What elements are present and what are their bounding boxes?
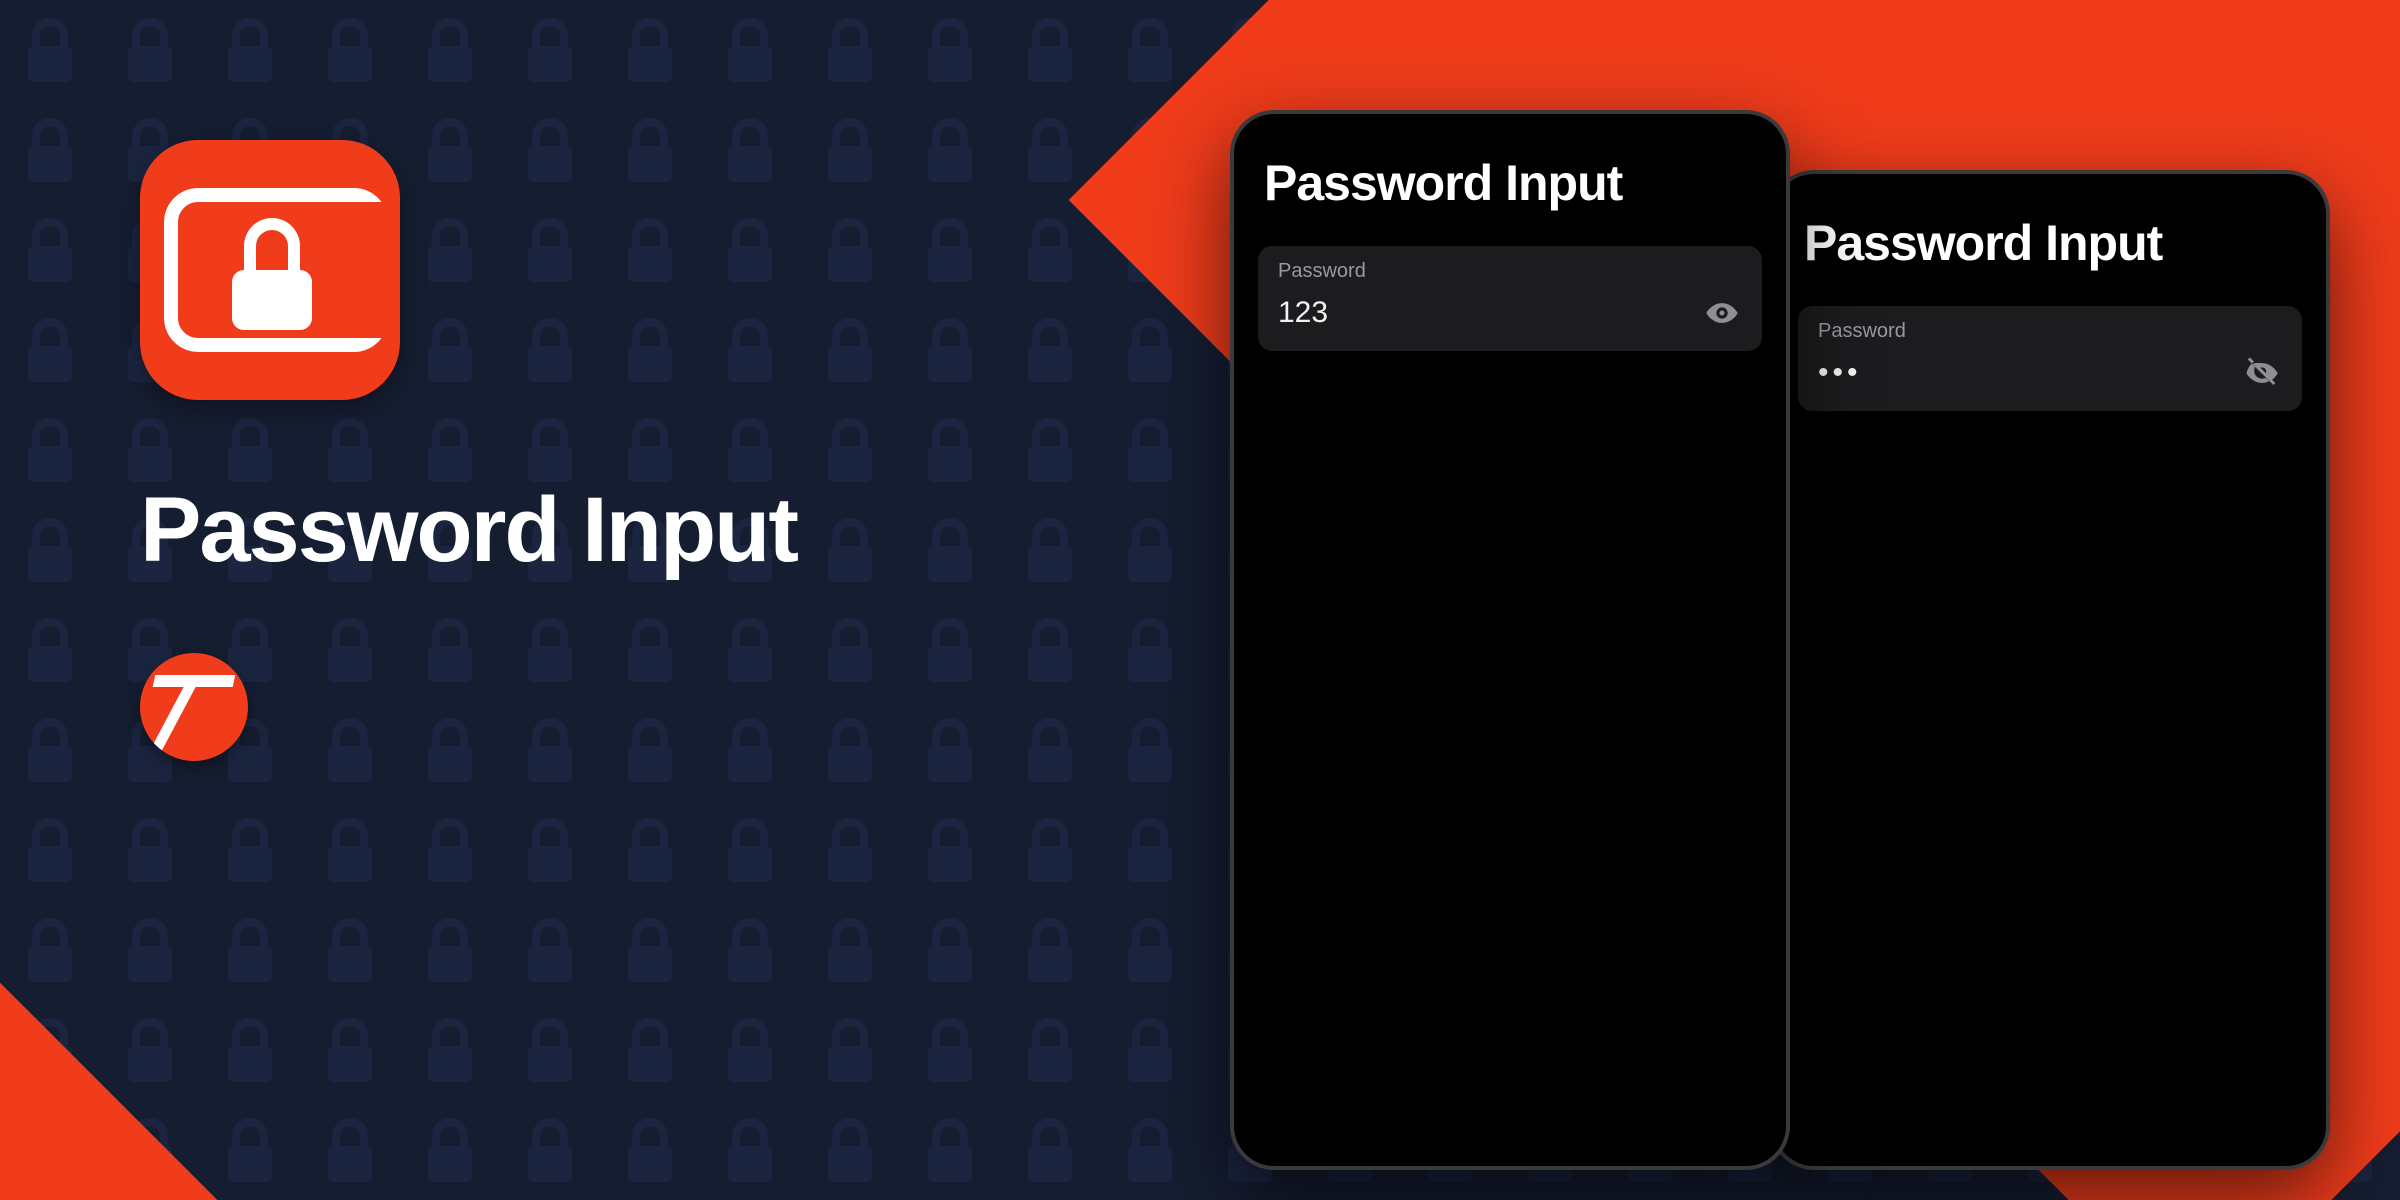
screen-title: Password Input (1804, 214, 2296, 272)
lock-icon (232, 218, 312, 328)
app-icon (140, 140, 400, 400)
password-field[interactable]: Password 123 (1258, 246, 1762, 351)
password-label: Password (1818, 320, 2282, 343)
password-value-masked[interactable]: ••• (1818, 358, 1862, 388)
hero-left-column: Password Input (140, 140, 797, 761)
phone-preview-masked: Password Input Password ••• (1770, 170, 2330, 1170)
phone-preview-visible: Password Input Password 123 (1230, 110, 1790, 1170)
password-value[interactable]: 123 (1278, 296, 1328, 330)
eye-off-icon[interactable] (2242, 353, 2282, 393)
screen-title: Password Input (1264, 154, 1756, 212)
hero-title: Password Input (140, 478, 797, 583)
promo-stage: Password Input Password Input Password •… (0, 0, 2400, 1200)
framework7-badge (140, 653, 248, 761)
eye-icon[interactable] (1702, 293, 1742, 333)
password-label: Password (1278, 260, 1742, 283)
password-field[interactable]: Password ••• (1798, 306, 2302, 411)
